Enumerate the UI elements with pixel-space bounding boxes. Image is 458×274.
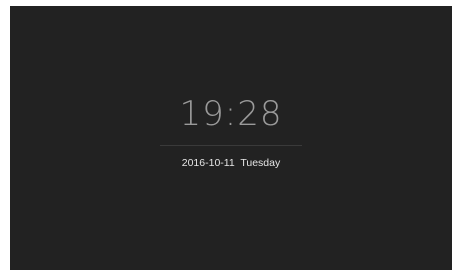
clock-date: 2016-10-11 <box>181 157 235 169</box>
clock-divider <box>160 145 302 146</box>
clock-time: 19:28 <box>179 94 283 134</box>
clock-weekday: Tuesday <box>240 157 281 169</box>
lock-screen: 19:28 2016-10-11 Tuesday <box>10 6 452 270</box>
clock-date-line: 2016-10-11 Tuesday <box>10 156 452 170</box>
